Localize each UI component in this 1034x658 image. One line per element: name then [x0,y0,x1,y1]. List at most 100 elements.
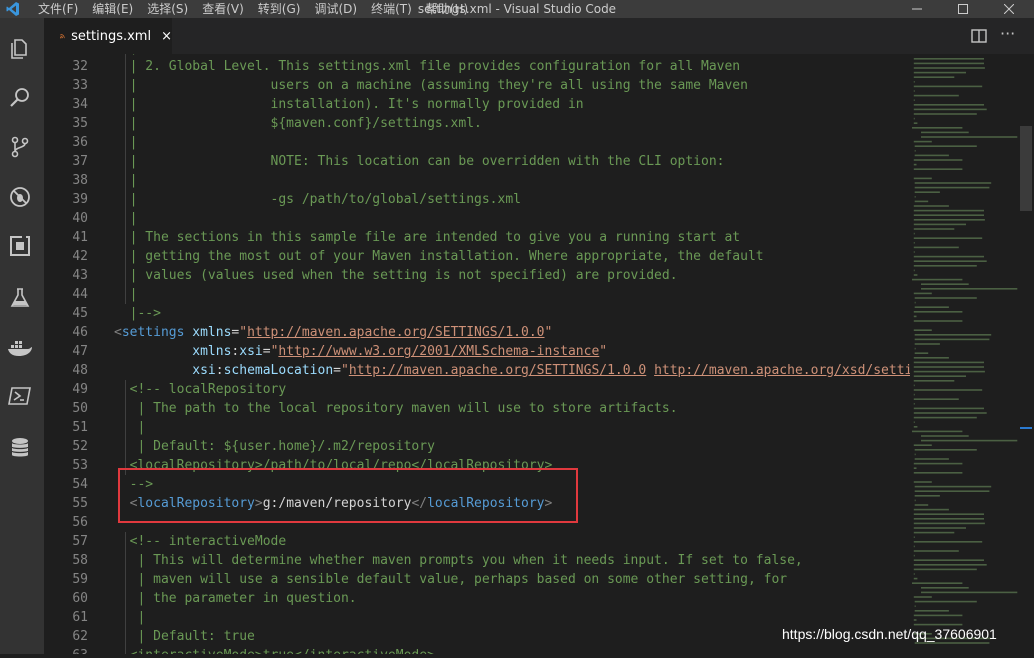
line-number: 49 [72,382,88,397]
code-line[interactable]: 60 | the parameter in question. [44,589,910,608]
code-line[interactable]: 62 | Default: true [44,627,910,646]
minimap[interactable] [910,54,1018,654]
minimap-line [913,426,918,428]
minimap-line [913,177,932,180]
extensions-icon[interactable] [6,232,34,260]
minimap-line [913,104,984,106]
database-icon[interactable] [6,434,34,462]
menu-edit[interactable]: 编辑(E) [92,0,140,18]
code-line[interactable]: 41 | The sections in this sample file ar… [44,228,910,247]
line-content: xsi:schemaLocation="http://maven.apache.… [192,363,910,378]
source-control-icon[interactable] [6,133,34,161]
files-icon[interactable] [6,35,34,63]
maximize-button[interactable] [940,0,986,18]
line-content: | This will determine whether maven prom… [114,553,803,568]
line-number: 46 [72,325,88,340]
minimap-line [921,288,1018,290]
tab-settings-xml[interactable]: settings.xml × [44,18,172,54]
line-number: 38 [72,173,88,188]
minimap-line [914,504,929,506]
minimap-line [921,587,969,589]
minimap-line [913,508,949,511]
line-number: 54 [72,477,88,492]
split-editor-icon[interactable] [971,28,987,44]
tab-close-icon[interactable]: × [161,29,172,44]
menu-file[interactable]: 文件(F) [38,0,85,18]
close-window-button[interactable] [986,0,1032,18]
minimap-line [913,168,963,170]
code-line[interactable]: 46 <settings xmlns="http://maven.apache.o… [44,323,910,342]
code-line[interactable]: 50 | The path to the local repository ma… [44,399,910,418]
code-line[interactable]: 57 <!-- interactiveMode [44,532,910,551]
menu-go[interactable]: 转到(G) [258,0,308,18]
minimap-line [914,182,992,184]
line-content: | [114,135,138,150]
minimap-line [913,407,984,410]
minimap-line [913,94,959,97]
menu-help[interactable]: 帮助(H) [426,0,475,18]
line-content: | getting the most out of your Maven ins… [114,249,764,264]
more-actions-icon[interactable]: ··· [1000,26,1020,46]
code-line[interactable]: 49 <!-- localRepository [44,380,910,399]
minimap-line [913,85,983,88]
code-line[interactable]: 47 xmlns:xsi="http://www.w3.org/2001/XML… [44,342,910,361]
minimize-button[interactable] [894,0,940,18]
code-line[interactable]: 40 | [44,209,910,228]
line-number: 47 [72,344,88,359]
code-line[interactable]: 33 | users on a machine (assuming they'r… [44,76,910,95]
code-line[interactable]: 38 | [44,171,910,190]
watermark: https://blog.csdn.net/qq_37606901 [782,626,997,642]
powershell-icon[interactable] [6,382,34,410]
line-number: 60 [72,591,88,606]
line-number: 61 [72,610,88,625]
scrollbar-marker [1020,427,1032,429]
line-number: 34 [72,97,88,112]
search-icon[interactable] [6,83,34,111]
minimap-line [914,150,916,152]
code-line[interactable]: 42 | getting the most out of your Maven … [44,247,910,266]
code-line[interactable]: 35 | ${maven.conf}/settings.xml. [44,114,910,133]
code-line[interactable]: 43 | values (values used when the settin… [44,266,910,285]
code-line[interactable]: 61 | [44,608,910,627]
minimap-line [914,347,916,350]
code-line[interactable]: 63 <interactiveMode>true</interactiveMod… [44,646,910,654]
vertical-scrollbar[interactable] [1018,54,1034,654]
line-content: | Default: ${user.home}/.m2/repository [114,439,435,454]
scrollbar-thumb[interactable] [1020,126,1032,211]
minimap-line [913,481,932,483]
test-flask-icon[interactable] [6,284,34,312]
title-bar: 文件(F) 编辑(E) 选择(S) 查看(V) 转到(G) 调试(D) 终端(T… [0,0,1034,18]
menu-debug[interactable]: 调试(D) [314,0,364,18]
minimap-line [912,127,963,129]
code-line[interactable]: 44 | [44,285,910,304]
minimap-line [913,550,959,552]
menu-view[interactable]: 查看(V) [202,0,251,18]
minimap-line [913,541,983,543]
minimap-line [913,255,984,258]
code-line[interactable]: 39 | -gs /path/to/global/settings.xml [44,190,910,209]
line-number: 32 [72,59,88,74]
docker-icon[interactable] [6,334,34,362]
code-line[interactable]: 51 | [44,418,910,437]
debug-icon[interactable] [6,183,34,211]
code-line[interactable]: 32 | 2. Global Level. This settings.xml … [44,57,910,76]
code-editor[interactable]: 31 | 2. Global Level. This settings.xml … [44,54,910,654]
menu-bar: 文件(F) 编辑(E) 选择(S) 查看(V) 转到(G) 调试(D) 终端(T… [38,0,482,18]
minimap-line [913,596,932,598]
code-line[interactable]: 52 | Default: ${user.home}/.m2/repositor… [44,437,910,456]
menu-selection[interactable]: 选择(S) [147,0,195,18]
code-line[interactable]: 58 | This will determine whether maven p… [44,551,910,570]
line-number: 35 [72,116,88,131]
code-line[interactable]: 45 |--> [44,304,910,323]
line-number: 51 [72,420,88,435]
minimap-line [913,554,915,557]
minimap-line [913,568,977,571]
menu-terminal[interactable]: 终端(T) [371,0,419,18]
code-line[interactable]: 37 | NOTE: This location can be overridd… [44,152,910,171]
code-line[interactable]: 59 | maven will use a sensible default v… [44,570,910,589]
minimap-line [913,393,915,396]
code-line[interactable]: 34 | installation). It's normally provid… [44,95,910,114]
code-line[interactable]: 48 xsi:schemaLocation="http://maven.apac… [44,361,910,380]
line-content: xmlns:xsi="http://www.w3.org/2001/XMLSch… [192,344,608,359]
code-line[interactable]: 36 | [44,133,910,152]
